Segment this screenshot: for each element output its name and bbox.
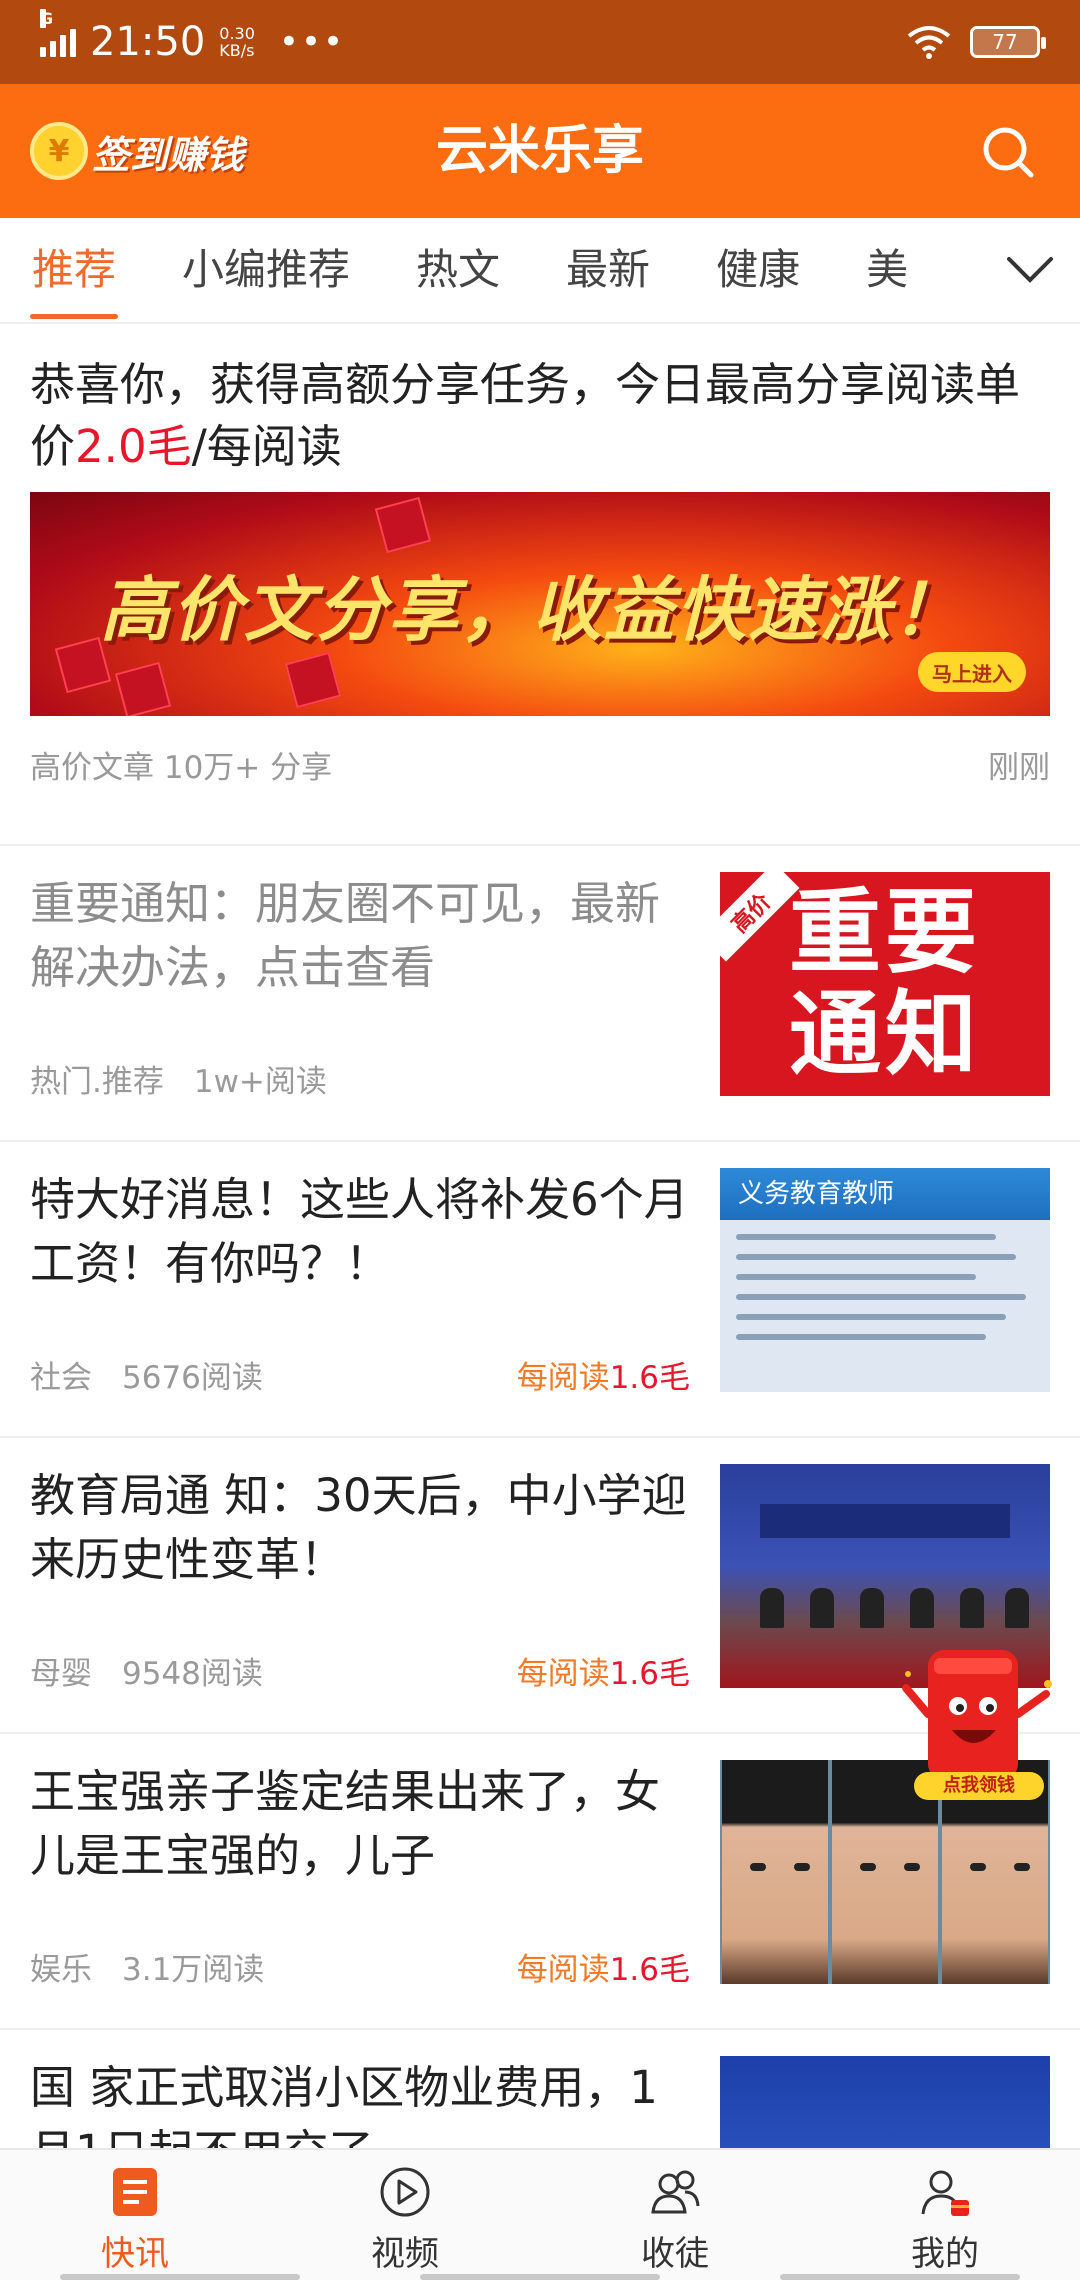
news-meta: 娱乐 3.1万阅读 每阅读1.6毛 [30,1944,690,1989]
promo-title: 恭喜你，获得高额分享任务，今日最高分享阅读单价2.0毛/每阅读 [30,354,1050,478]
profile-icon [921,2170,969,2216]
wifi-icon [907,26,951,59]
face-photo [722,1760,828,1984]
nav-news[interactable]: 快讯 [0,2150,270,2280]
promo-meta: 高价文章 10万+ 分享 刚刚 [30,742,1050,787]
news-title: 国 家正式取消小区物业费用，1月1日起不用交了 [30,2061,658,2148]
battery-icon: 77 [970,26,1046,58]
nav-label: 我的 [911,2234,979,2274]
reward-value: 1.6毛 [609,1952,690,1988]
expand-tabs-button[interactable] [980,218,1080,322]
nav-label: 快讯 [101,2234,169,2274]
promo-title-suffix: /每阅读 [191,420,342,473]
news-meta: 母婴 9548阅读 每阅读1.6毛 [30,1648,690,1693]
battery-level: 77 [992,30,1018,54]
news-reads: 9548阅读 [122,1656,263,1692]
news-meta: 社会 5676阅读 每阅读1.6毛 [30,1352,690,1397]
checkin-label: 签到赚钱 [92,132,245,177]
promo-price: 2.0毛 [75,420,192,473]
reward-prefix: 每阅读 [516,1656,610,1692]
news-feed[interactable]: 恭喜你，获得高额分享任务，今日最高分享阅读单价2.0毛/每阅读 高价文分享，收益… [0,326,1080,2148]
bottom-navigation: 快讯 视频 收徒 我的 [0,2148,1080,2280]
nav-profile[interactable]: 我的 [810,2150,1080,2280]
news-category: 母婴 [30,1656,92,1692]
enter-now-button[interactable]: 马上进入 [918,652,1026,692]
gesture-bar [0,2274,1080,2280]
stage-banner [760,1504,1010,1538]
news-category: 热门.推荐 [30,1064,164,1100]
news-icon [113,2168,157,2216]
promo-banner[interactable]: 高价文分享，收益快速涨！ 马上进入 [30,492,1050,716]
status-time: 21:50 [90,19,206,65]
reward-rate: 每阅读1.6毛 [517,1352,690,1397]
news-category: 娱乐 [30,1952,92,1988]
news-item[interactable]: 特大好消息！这些人将补发6个月工资！有你吗？！ 社会 5676阅读 每阅读1.6… [0,1142,1080,1438]
more-notifications-icon: ••• [278,22,346,62]
signal-icon: G [40,9,76,57]
reward-rate: 每阅读1.6毛 [517,1944,690,1989]
news-title: 教育局通 知：30天后，中小学迎来历史性变革！ [30,1469,687,1586]
checkin-earn-button[interactable]: ¥ 签到赚钱 [30,116,244,186]
thumbnail-text: 重要通知 [788,879,981,1088]
reward-value: 1.6毛 [609,1656,690,1692]
nav-label: 视频 [371,2234,439,2274]
search-icon[interactable] [976,120,1040,184]
news-reads: 3.1万阅读 [122,1952,265,1988]
tab-editor-picks[interactable]: 小编推荐 [182,218,350,322]
news-category: 社会 [30,1360,92,1396]
nav-video[interactable]: 视频 [270,2150,540,2280]
news-thumbnail [720,2056,1050,2148]
tab-latest[interactable]: 最新 [566,218,650,322]
reward-rate: 每阅读1.6毛 [517,1648,690,1693]
red-packet-decoration [114,661,172,716]
news-title: 重要通知：朋友圈不可见，最新解决办法，点击查看 [30,877,661,994]
reward-prefix: 每阅读 [516,1952,610,1988]
thumbnail-text: 义务教育教师 [720,1168,1050,1220]
red-packet-decoration [374,496,432,554]
news-meta: 热门.推荐 1w+阅读 [30,1056,690,1101]
network-speed: 0.30 KB/s [219,25,255,59]
news-title: 王宝强亲子鉴定结果出来了，女儿是王宝强的，儿子 [30,1765,661,1882]
speed-value: 0.30 [219,24,255,43]
people-icon [651,2170,700,2214]
app-header: ¥ 签到赚钱 云米乐享 [0,84,1080,218]
red-packet-float-button[interactable]: 点我领钱 [888,1644,1068,1816]
nav-label: 收徒 [641,2234,709,2274]
reward-value: 1.6毛 [609,1360,690,1396]
status-bar: G 21:50 0.30 KB/s ••• 77 [0,0,1080,84]
news-thumbnail: 高价 重要通知 [720,872,1050,1096]
news-thumbnail: 义务教育教师 [720,1168,1050,1392]
red-packet-label: 点我领钱 [943,1775,1015,1796]
coin-icon: ¥ [30,122,88,180]
promo-meta-info: 高价文章 10万+ 分享 [30,750,333,786]
chevron-down-icon [1007,257,1053,283]
network-type: G [40,9,54,28]
tab-hot[interactable]: 热文 [416,218,500,322]
red-packet-decoration [284,651,342,709]
tab-health[interactable]: 健康 [716,218,800,322]
speed-unit: KB/s [219,41,255,60]
news-title: 特大好消息！这些人将补发6个月工资！有你吗？！ [30,1173,689,1290]
news-item[interactable]: 国 家正式取消小区物业费用，1月1日起不用交了 [0,2030,1080,2148]
news-item[interactable]: 重要通知：朋友圈不可见，最新解决办法，点击查看 热门.推荐 1w+阅读 高价 重… [0,846,1080,1142]
promo-time: 刚刚 [988,750,1050,786]
video-play-icon [380,2167,430,2217]
news-reads: 1w+阅读 [193,1064,327,1100]
news-reads: 5676阅读 [122,1360,263,1396]
nav-recruit[interactable]: 收徒 [540,2150,810,2280]
category-tabs: 推荐 小编推荐 热文 最新 健康 美 [0,218,1080,324]
banner-headline: 高价文分享，收益快速涨！ [100,569,964,651]
tab-beauty[interactable]: 美 [866,218,908,322]
reward-prefix: 每阅读 [516,1360,610,1396]
promo-card[interactable]: 恭喜你，获得高额分享任务，今日最高分享阅读单价2.0毛/每阅读 高价文分享，收益… [0,326,1080,846]
tab-recommend[interactable]: 推荐 [29,218,119,322]
